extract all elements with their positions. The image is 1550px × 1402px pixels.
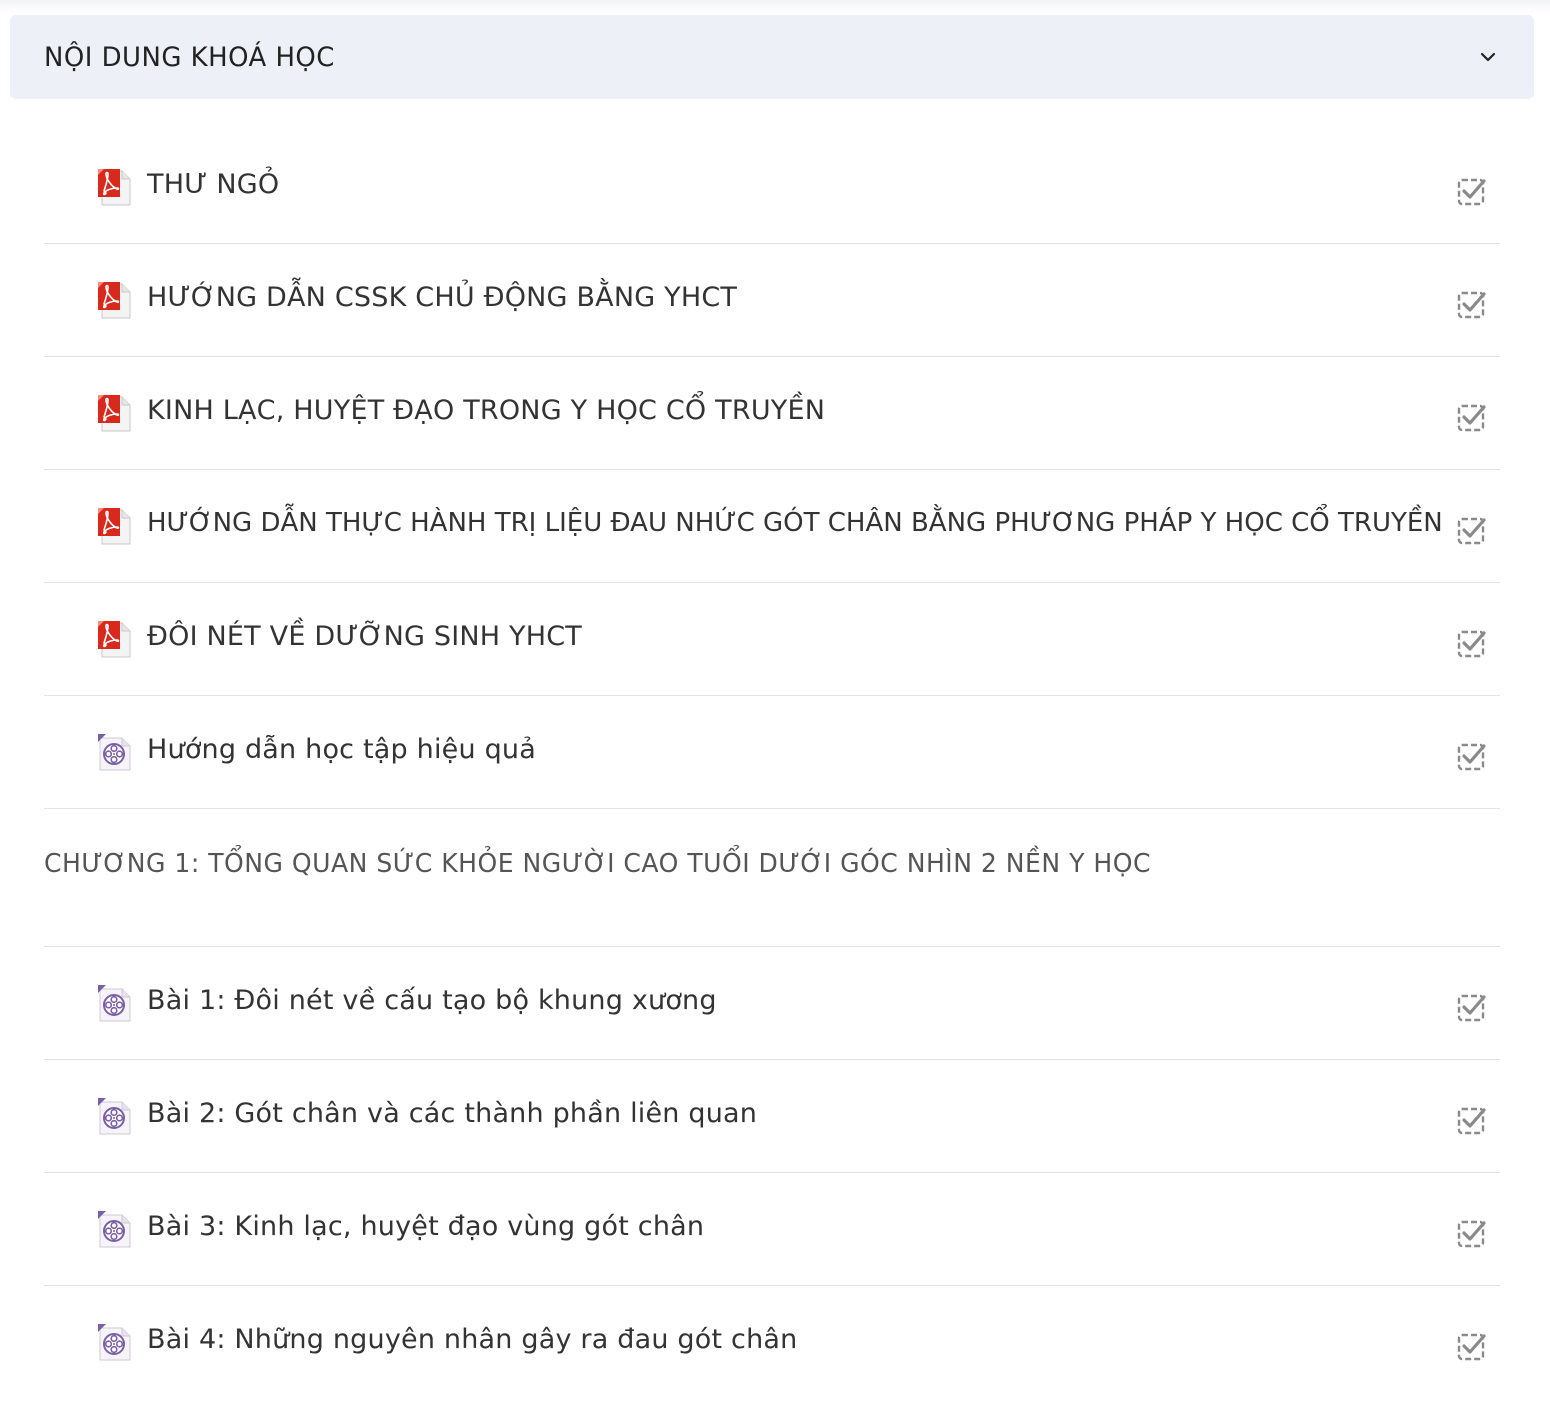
lesson-label: KINH LẠC, HUYỆT ĐẠO TRONG Y HỌC CỔ TRUYỀ… — [147, 395, 826, 426]
pdf-icon — [96, 167, 134, 207]
lesson-label: Bài 3: Kinh lạc, huyệt đạo vùng gót chân — [147, 1211, 705, 1242]
lesson-label: HƯỚNG DẪN CSSK CHỦ ĐỘNG BẰNG YHCT — [147, 282, 738, 313]
pdf-icon — [96, 506, 134, 546]
video-icon — [96, 1209, 134, 1249]
lesson-row[interactable]: Bài 3: Kinh lạc, huyệt đạo vùng gót chân — [44, 1173, 1500, 1286]
lesson-label: Hướng dẫn học tập hiệu quả — [147, 734, 536, 765]
completed-check-icon[interactable] — [1457, 741, 1487, 771]
video-icon — [96, 1096, 134, 1136]
lesson-row[interactable]: KINH LẠC, HUYỆT ĐẠO TRONG Y HỌC CỔ TRUYỀ… — [44, 357, 1500, 470]
lesson-row[interactable]: Bài 4: Những nguyên nhân gây ra đau gót … — [44, 1286, 1500, 1399]
lesson-label: ĐÔI NÉT VỀ DƯỠNG SINH YHCT — [147, 621, 582, 652]
pdf-icon — [96, 619, 134, 659]
video-icon — [96, 1322, 134, 1362]
lesson-label: Bài 2: Gót chân và các thành phần liên q… — [147, 1098, 758, 1129]
lesson-label: HƯỚNG DẪN THỰC HÀNH TRỊ LIỆU ĐAU NHỨC GÓ… — [147, 508, 1443, 538]
lesson-row[interactable]: THƯ NGỎ — [44, 131, 1500, 244]
completed-check-icon[interactable] — [1457, 992, 1487, 1022]
course-content-page: NỘI DUNG KHOÁ HỌC THƯ NGỎ HƯỚNG DẪN CSSK… — [0, 0, 1550, 1402]
completed-check-icon[interactable] — [1457, 1331, 1487, 1361]
lesson-row[interactable]: Bài 2: Gót chân và các thành phần liên q… — [44, 1060, 1500, 1173]
chevron-down-icon[interactable] — [1476, 45, 1500, 69]
lesson-label: Bài 4: Những nguyên nhân gây ra đau gót … — [147, 1324, 798, 1355]
completed-check-icon[interactable] — [1457, 1105, 1487, 1135]
completed-check-icon[interactable] — [1457, 628, 1487, 658]
chapter-title: CHƯƠNG 1: TỔNG QUAN SỨC KHỎE NGƯỜI CAO T… — [44, 849, 1151, 879]
lesson-row[interactable]: HƯỚNG DẪN THỰC HÀNH TRỊ LIỆU ĐAU NHỨC GÓ… — [44, 470, 1500, 583]
completed-check-icon[interactable] — [1457, 515, 1487, 545]
lesson-row[interactable]: Bài 1: Đôi nét về cấu tạo bộ khung xương — [44, 947, 1500, 1060]
lesson-row[interactable]: HƯỚNG DẪN CSSK CHỦ ĐỘNG BẰNG YHCT — [44, 244, 1500, 357]
pdf-icon — [96, 393, 134, 433]
video-icon — [96, 732, 134, 772]
chapter-heading: CHƯƠNG 1: TỔNG QUAN SỨC KHỎE NGƯỜI CAO T… — [44, 809, 1500, 947]
lesson-label: Bài 1: Đôi nét về cấu tạo bộ khung xương — [147, 985, 717, 1016]
course-content-accordion-header[interactable]: NỘI DUNG KHOÁ HỌC — [10, 15, 1534, 99]
completed-check-icon[interactable] — [1457, 176, 1487, 206]
top-shadow — [0, 0, 1550, 14]
lesson-list: THƯ NGỎ HƯỚNG DẪN CSSK CHỦ ĐỘNG BẰNG YHC… — [44, 131, 1500, 1399]
completed-check-icon[interactable] — [1457, 1218, 1487, 1248]
pdf-icon — [96, 280, 134, 320]
lesson-row[interactable]: Hướng dẫn học tập hiệu quả — [44, 696, 1500, 809]
completed-check-icon[interactable] — [1457, 402, 1487, 432]
completed-check-icon[interactable] — [1457, 289, 1487, 319]
lesson-label: THƯ NGỎ — [147, 169, 280, 200]
video-icon — [96, 983, 134, 1023]
lesson-row[interactable]: ĐÔI NÉT VỀ DƯỠNG SINH YHCT — [44, 583, 1500, 696]
accordion-title: NỘI DUNG KHOÁ HỌC — [44, 41, 335, 73]
